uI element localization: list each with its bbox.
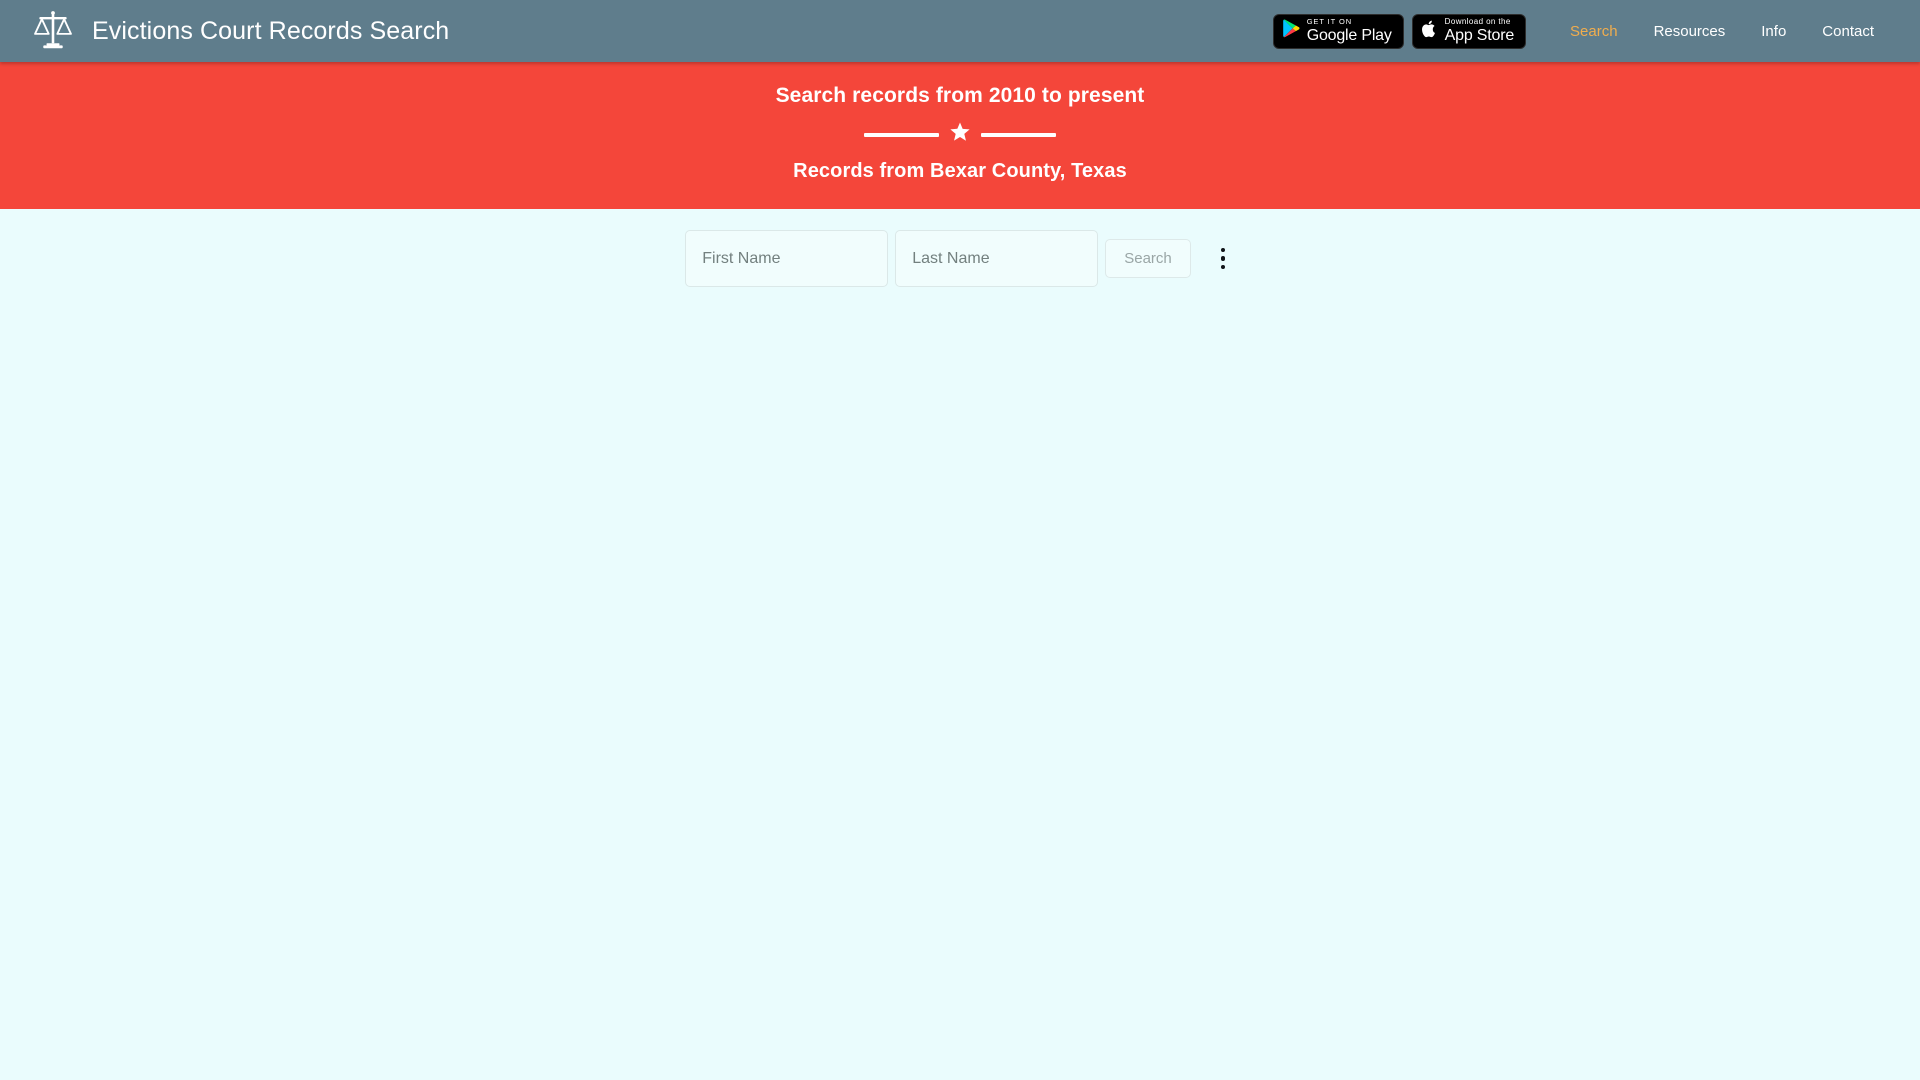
banner-headline: Search records from 2010 to present [775,84,1145,107]
kebab-dot-top [1220,247,1226,253]
nav-item-resources[interactable]: Resources [1636,15,1744,48]
apple-icon [1421,19,1438,43]
google-play-badge-small: GET IT ON [1306,17,1353,27]
scales-of-justice-icon [30,8,76,54]
records-search-form: Search [685,230,1235,287]
site-header: Evictions Court Records Search GET IT ON… [0,0,1920,62]
nav-item-contact[interactable]: Contact [1804,15,1892,48]
hero-banner: Search records from 2010 to present Reco… [0,62,1920,209]
main-nav: Search Resources Info Contact [1552,15,1892,48]
google-play-badge-big: Google Play [1306,26,1392,44]
brand-link[interactable]: Evictions Court Records Search [30,8,449,54]
results-area [0,287,1920,297]
divider-bar-right [981,132,1056,137]
nav-item-info[interactable]: Info [1743,15,1804,48]
banner-divider [20,121,1900,148]
nav-item-search[interactable]: Search [1552,15,1636,48]
kebab-dot-bottom [1220,264,1226,270]
divider-bar-left [864,132,939,137]
page-title: Evictions Court Records Search [92,16,450,45]
first-name-input[interactable] [685,230,889,287]
google-play-badge-text: GET IT ON Google Play [1307,18,1392,44]
search-section: Search [0,209,1920,287]
google-play-icon [1282,19,1300,43]
search-button[interactable]: Search [1105,239,1191,278]
google-play-badge[interactable]: GET IT ON Google Play [1272,13,1404,49]
store-badges: GET IT ON Google Play Download on the Ap… [1272,13,1527,49]
app-store-badge-small: Download on the [1444,17,1511,26]
header-right-group: GET IT ON Google Play Download on the Ap… [1272,13,1892,49]
app-store-badge-big: App Store [1444,27,1515,44]
app-store-badge-text: Download on the App Store [1444,17,1515,44]
last-name-input[interactable] [895,230,1099,287]
kebab-menu-icon[interactable] [1211,239,1235,278]
banner-subheadline: Records from Bexar County, Texas [793,160,1127,182]
app-store-badge[interactable]: Download on the App Store [1411,13,1527,49]
kebab-dot-middle [1220,256,1226,261]
star-icon [949,121,971,148]
